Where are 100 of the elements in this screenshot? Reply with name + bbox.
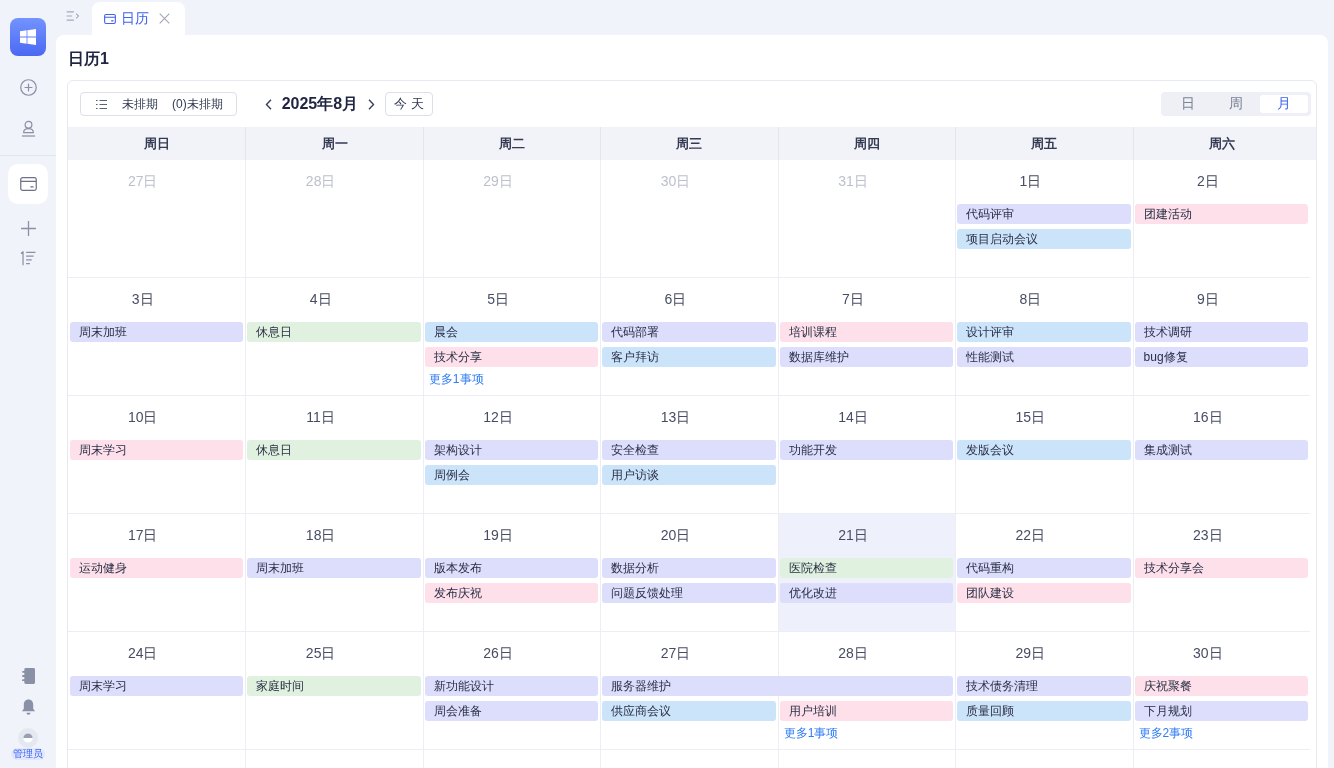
calendar-event[interactable]: 设计评审: [957, 322, 1131, 342]
calendar-event[interactable]: 周末学习: [70, 676, 244, 696]
weekday-label: 周四: [853, 134, 880, 153]
date-label: 22日: [1015, 526, 1046, 545]
calendar-event[interactable]: 团建活动: [1134, 204, 1308, 224]
calendar-event[interactable]: 安全检查: [602, 440, 776, 460]
calendar-event[interactable]: 架构设计: [424, 440, 599, 460]
card-icon: [104, 13, 116, 24]
bell-icon[interactable]: [20, 698, 36, 715]
calendar-event[interactable]: 代码重构: [957, 558, 1131, 578]
calendar-event[interactable]: 医院检查: [779, 558, 954, 578]
date-label: 16日: [1193, 408, 1223, 427]
avatar-icon[interactable]: [18, 728, 38, 748]
date-label: 30日: [1193, 644, 1223, 663]
date-label: 8日: [1019, 290, 1042, 309]
more-events-link[interactable]: 更多1事项: [428, 372, 484, 386]
date-label: 2日: [1196, 172, 1219, 191]
weekday-label: 周六: [1208, 134, 1235, 153]
weekday-label: 周一: [321, 134, 348, 153]
calendar-event[interactable]: 周末加班: [247, 558, 421, 578]
calendar-event[interactable]: 项目启动会议: [957, 229, 1131, 249]
add-circle-icon[interactable]: [19, 79, 37, 96]
view-tab[interactable]: 月: [1260, 95, 1308, 113]
calendar-event[interactable]: 休息日: [247, 322, 421, 342]
calendar-event[interactable]: 运动健身: [70, 558, 244, 578]
date-label: 31日: [838, 172, 868, 191]
calendar-event[interactable]: 技术分享会: [1134, 558, 1308, 578]
notebook-icon[interactable]: [21, 667, 35, 684]
calendar-event[interactable]: 发版会议: [957, 440, 1131, 460]
date-label: 5日: [487, 290, 509, 309]
calendar-event[interactable]: 发布庆祝: [424, 583, 599, 603]
date-label: 4日: [309, 290, 332, 309]
calendar-event[interactable]: 用户培训: [779, 701, 954, 721]
view-tab[interactable]: 周: [1212, 95, 1260, 113]
calendar-event[interactable]: 问题反馈处理: [602, 583, 776, 603]
calendar-event[interactable]: 培训课程: [779, 322, 954, 342]
weekday-label: 周五: [1031, 134, 1058, 153]
calendar-event[interactable]: 集成测试: [1134, 440, 1308, 460]
date-label: 27日: [127, 172, 158, 191]
nav-tile[interactable]: [8, 164, 48, 204]
date-label: 7日: [842, 290, 864, 309]
date-label: 25日: [305, 644, 336, 663]
user-icon[interactable]: [20, 120, 36, 137]
calendar-event[interactable]: 质量回顾: [957, 701, 1131, 721]
calendar-event[interactable]: 代码部署: [602, 322, 776, 342]
chevron-left-icon[interactable]: [264, 98, 272, 110]
chevron-right-icon[interactable]: [368, 98, 376, 110]
logo-icon[interactable]: [10, 18, 46, 56]
calendar-event[interactable]: 周末加班: [70, 322, 244, 342]
date-label: 28日: [838, 644, 868, 663]
calendar-event[interactable]: 服务器维护: [602, 676, 954, 696]
calendar-event[interactable]: 技术分享: [424, 347, 599, 367]
today-button[interactable]: 今 天: [385, 92, 433, 116]
calendar-event[interactable]: 功能开发: [779, 440, 954, 460]
date-label: 29日: [1015, 644, 1046, 663]
date-label: 23日: [1193, 526, 1223, 545]
calendar-event[interactable]: 周例会: [424, 465, 599, 485]
sidebar-toggle-icon[interactable]: [66, 11, 80, 21]
calendar-event[interactable]: 客户拜访: [602, 347, 776, 367]
calendar-event[interactable]: 供应商会议: [602, 701, 776, 721]
more-events-link[interactable]: 更多1事项: [783, 726, 839, 740]
month-title: 2025年8月: [281, 93, 359, 114]
calendar-event[interactable]: bug修复: [1134, 347, 1308, 367]
calendar-event[interactable]: 庆祝聚餐: [1134, 676, 1308, 696]
calendar-event[interactable]: 优化改进: [779, 583, 954, 603]
calendar-event[interactable]: 家庭时间: [247, 676, 421, 696]
date-label: 27日: [660, 644, 691, 663]
more-events-link[interactable]: 更多2事项: [1138, 726, 1194, 740]
date-label: 17日: [127, 526, 158, 545]
calendar-event[interactable]: 性能测试: [957, 347, 1131, 367]
date-label: 9日: [1196, 290, 1219, 309]
calendar-event[interactable]: 技术债务清理: [957, 676, 1131, 696]
plus-icon[interactable]: [20, 220, 36, 236]
date-label: 3日: [131, 290, 154, 309]
date-label: 20日: [660, 526, 691, 545]
unscheduled-button[interactable]: 未排期 (0)未排期: [80, 92, 237, 116]
card-icon[interactable]: [19, 177, 37, 191]
date-label: 26日: [483, 644, 513, 663]
date-label: 12日: [483, 408, 513, 427]
calendar-event[interactable]: 数据库维护: [779, 347, 954, 367]
calendar-event[interactable]: 周末学习: [70, 440, 244, 460]
date-label: 15日: [1015, 408, 1046, 427]
close-icon[interactable]: [159, 13, 170, 24]
user-name-badge: 管理员: [11, 748, 45, 760]
calendar-event[interactable]: 新功能设计: [424, 676, 599, 696]
calendar-event[interactable]: 团队建设: [957, 583, 1131, 603]
calendar-event[interactable]: 晨会: [424, 322, 599, 342]
calendar-event[interactable]: 周会准备: [424, 701, 599, 721]
calendar-event[interactable]: 用户访谈: [602, 465, 776, 485]
calendar-event[interactable]: 下月规划: [1134, 701, 1308, 721]
date-label: 6日: [664, 290, 687, 309]
sort-icon[interactable]: [20, 250, 36, 266]
date-label: 21日: [838, 526, 868, 545]
tab[interactable]: 日历: [92, 2, 185, 35]
calendar-event[interactable]: 版本发布: [424, 558, 599, 578]
calendar-event[interactable]: 休息日: [247, 440, 421, 460]
date-label: 14日: [838, 408, 868, 427]
calendar-event[interactable]: 数据分析: [602, 558, 776, 578]
calendar-event[interactable]: 技术调研: [1134, 322, 1308, 342]
calendar-event[interactable]: 代码评审: [957, 204, 1131, 224]
